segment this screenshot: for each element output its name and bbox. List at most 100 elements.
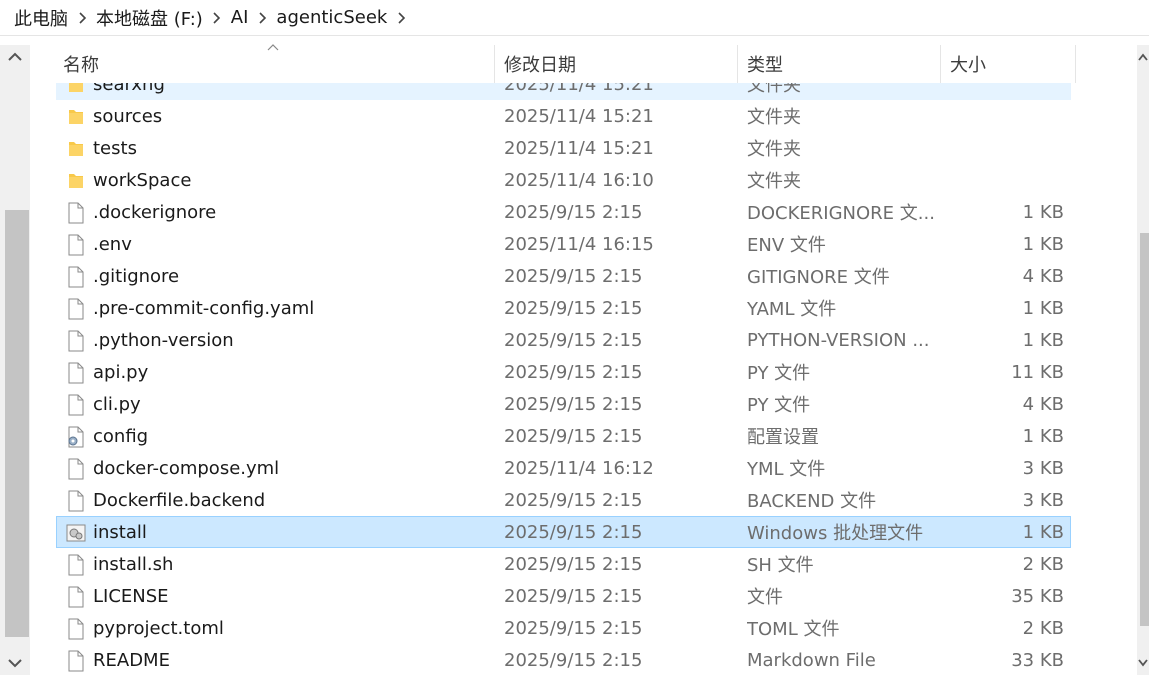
file-row[interactable]: config 2025/9/15 2:15 配置设置 1 KB (56, 420, 1071, 452)
file-modified-date: 2025/9/15 2:15 (504, 649, 643, 671)
file-icon (65, 362, 87, 384)
file-row[interactable]: api.py 2025/9/15 2:15 PY 文件 11 KB (56, 356, 1071, 388)
file-size: 1 KB (1022, 201, 1064, 223)
file-name: LICENSE (93, 585, 169, 607)
file-row[interactable]: sources 2025/11/4 15:21 文件夹 (56, 100, 1071, 132)
file-size: 33 KB (1011, 649, 1064, 671)
file-row[interactable]: cli.py 2025/9/15 2:15 PY 文件 4 KB (56, 388, 1071, 420)
file-icon (65, 202, 87, 224)
file-size: 2 KB (1022, 553, 1064, 575)
column-header-type[interactable]: 类型 (738, 45, 941, 83)
file-size: 11 KB (1011, 361, 1064, 383)
file-size: 4 KB (1022, 393, 1064, 415)
file-size: 4 KB (1022, 265, 1064, 287)
file-name: .pre-commit-config.yaml (93, 297, 315, 319)
file-row[interactable]: .pre-commit-config.yaml 2025/9/15 2:15 YAM… (56, 292, 1071, 324)
file-row[interactable]: Dockerfile.backend 2025/9/15 2:15 BACKEND … (56, 484, 1071, 516)
config-file-icon (65, 426, 87, 448)
file-modified-date: 2025/11/4 16:15 (504, 233, 654, 255)
file-type: PY 文件 (747, 395, 811, 416)
file-type: 文件夹 (747, 107, 801, 128)
breadcrumb: 此电脑 本地磁盘 (F:) AI agenticSeek (0, 0, 1149, 36)
file-modified-date: 2025/9/15 2:15 (504, 201, 643, 223)
scroll-up-arrow-icon[interactable] (1138, 53, 1148, 61)
file-row[interactable]: install 2025/9/15 2:15 Windows 批处理文件 1 KB (56, 516, 1071, 548)
file-row[interactable]: .dockerignore 2025/9/15 2:15 DOCKERIGNORE … (56, 196, 1071, 228)
column-headers: 名称 修改日期 类型 大小 (55, 44, 1076, 83)
scroll-down-arrow-icon[interactable] (8, 658, 22, 668)
file-icon (65, 458, 87, 480)
chevron-right-icon[interactable] (393, 8, 409, 28)
sort-ascending-icon (267, 44, 279, 51)
file-type: 文件 (747, 587, 783, 608)
file-icon (65, 554, 87, 576)
file-type: Windows 批处理文件 (747, 523, 924, 544)
file-icon (65, 330, 87, 352)
breadcrumb-drive-f[interactable]: 本地磁盘 (F:) (92, 5, 207, 31)
file-size: 1 KB (1022, 297, 1064, 319)
file-type: 文件夹 (747, 139, 801, 160)
column-header-date[interactable]: 修改日期 (495, 45, 738, 83)
file-name: cli.py (93, 393, 141, 415)
scroll-down-arrow-icon[interactable] (1138, 659, 1148, 667)
file-icon (65, 298, 87, 320)
file-row[interactable]: tests 2025/11/4 15:21 文件夹 (56, 132, 1071, 164)
file-row[interactable]: .python-version 2025/9/15 2:15 PYTHON-VERS… (56, 324, 1071, 356)
breadcrumb-this-pc[interactable]: 此电脑 (10, 5, 72, 31)
file-icon (65, 618, 87, 640)
breadcrumb-ai[interactable]: AI (227, 7, 253, 28)
file-type: PYTHON-VERSION ... (747, 329, 930, 351)
file-name: sources (93, 105, 163, 127)
file-name: install (93, 521, 147, 543)
file-name: workSpace (93, 169, 192, 191)
file-row[interactable]: workSpace 2025/11/4 16:10 文件夹 (56, 164, 1071, 196)
file-icon (65, 394, 87, 416)
scrollbar-thumb[interactable] (5, 210, 29, 637)
scrollbar-thumb[interactable] (1140, 233, 1149, 626)
column-header-size-label: 大小 (950, 55, 986, 76)
file-type: YAML 文件 (747, 299, 837, 320)
column-header-size[interactable]: 大小 (941, 45, 1076, 83)
file-modified-date: 2025/9/15 2:15 (504, 297, 643, 319)
file-row[interactable]: searxng 2025/11/4 15:21 文件夹 (56, 83, 1071, 100)
file-row[interactable]: docker-compose.yml 2025/11/4 16:12 YML 文件 3… (56, 452, 1071, 484)
file-name: .dockerignore (93, 201, 217, 223)
file-row[interactable]: README 2025/9/15 2:15 Markdown File 33 KB (56, 644, 1071, 675)
file-name: api.py (93, 361, 149, 383)
file-row[interactable]: install.sh 2025/9/15 2:15 SH 文件 2 KB (56, 548, 1071, 580)
file-modified-date: 2025/9/15 2:15 (504, 361, 643, 383)
file-row[interactable]: .env 2025/11/4 16:15 ENV 文件 1 KB (56, 228, 1071, 260)
file-row[interactable]: .gitignore 2025/9/15 2:15 GITIGNORE 文件 4 KB (56, 260, 1071, 292)
file-size: 1 KB (1022, 233, 1064, 255)
file-modified-date: 2025/9/15 2:15 (504, 617, 643, 639)
file-icon (65, 490, 87, 512)
file-name: README (93, 649, 170, 671)
file-list-scrollbar[interactable] (1137, 45, 1149, 675)
file-name: tests (93, 137, 137, 159)
file-name: install.sh (93, 553, 174, 575)
file-modified-date: 2025/11/4 16:12 (504, 457, 654, 479)
column-header-type-label: 类型 (747, 55, 783, 76)
file-modified-date: 2025/9/15 2:15 (504, 265, 643, 287)
file-name: .python-version (93, 329, 234, 351)
file-row[interactable]: LICENSE 2025/9/15 2:15 文件 35 KB (56, 580, 1071, 612)
file-type: 文件夹 (747, 171, 801, 192)
file-type: PY 文件 (747, 363, 811, 384)
chevron-right-icon[interactable] (74, 8, 90, 28)
file-name: pyproject.toml (93, 617, 224, 639)
file-type: 文件夹 (747, 83, 801, 96)
file-modified-date: 2025/9/15 2:15 (504, 393, 643, 415)
file-type: ENV 文件 (747, 235, 826, 256)
file-size: 1 KB (1022, 329, 1064, 351)
chevron-right-icon[interactable] (209, 8, 225, 28)
file-modified-date: 2025/11/4 16:10 (504, 169, 654, 191)
navigation-pane-scrollbar[interactable] (0, 45, 30, 675)
chevron-right-icon[interactable] (254, 8, 270, 28)
file-name: docker-compose.yml (93, 457, 280, 479)
breadcrumb-agenticseek[interactable]: agenticSeek (272, 7, 391, 28)
file-row[interactable]: pyproject.toml 2025/9/15 2:15 TOML 文件 2 KB (56, 612, 1071, 644)
file-name: searxng (93, 83, 165, 95)
scroll-up-arrow-icon[interactable] (8, 52, 22, 62)
column-header-name[interactable]: 名称 (55, 44, 495, 83)
file-type: BACKEND 文件 (747, 491, 877, 512)
